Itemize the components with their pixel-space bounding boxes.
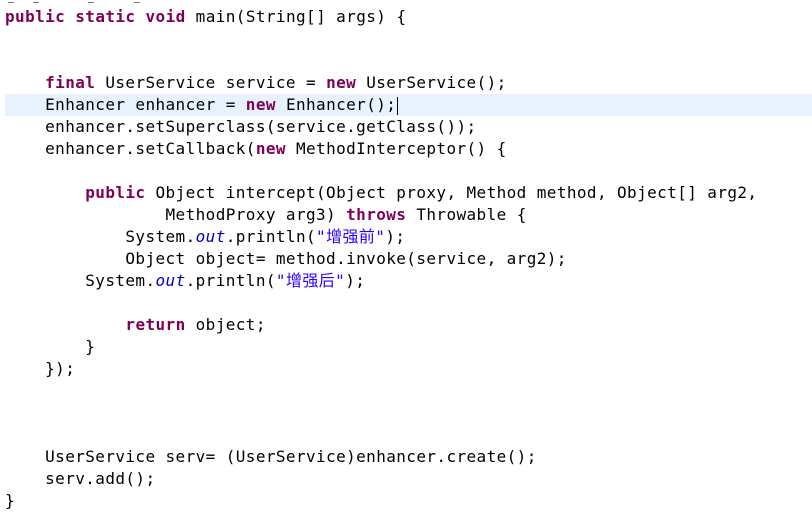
code-line-22[interactable]: serv.add(); [5,468,156,490]
code-token: System. [5,271,156,290]
clipped-previous-line [0,0,812,3]
string-literal: "增强后" [275,271,346,290]
keyword-token: new [326,73,357,92]
string-literal: "增强前" [316,227,386,246]
code-token: } [5,337,96,356]
code-token: main(String[] args) { [185,7,407,26]
code-editor[interactable]: public static void main(String[] args) {… [0,0,812,514]
code-line-11[interactable]: System.out.println("增强前"); [5,226,405,248]
code-line-7[interactable]: enhancer.setCallback(new MethodIntercept… [5,138,507,160]
code-token: Enhancer(); [275,95,397,114]
code-token: }); [5,359,76,378]
code-token: ); [385,227,406,246]
code-token: MethodInterceptor() { [285,139,507,158]
keyword-token: final [45,73,96,92]
code-token: UserService(); [356,73,507,92]
code-line-12[interactable]: Object object= method.invoke(service, ar… [5,248,567,270]
code-token: .println( [225,227,317,246]
keyword-token: throws [346,205,407,224]
code-token: System. [5,227,196,246]
code-line-6[interactable]: enhancer.setSuperclass(service.getClass(… [5,116,477,138]
code-line-4[interactable]: final UserService service = new UserServ… [5,72,507,94]
code-line-21[interactable]: UserService serv= (UserService)enhancer.… [5,446,537,468]
code-token: Throwable { [406,205,527,224]
keyword-token: public [5,7,66,26]
keyword-token: public [85,183,146,202]
code-line-9[interactable]: public Object intercept(Object proxy, Me… [5,182,757,204]
field-token: out [195,227,226,246]
code-token: serv.add(); [5,469,156,488]
code-line-1[interactable]: public static void main(String[] args) { [5,6,406,28]
text-cursor [397,96,399,115]
keyword-token: return [125,315,186,334]
code-line-10[interactable]: MethodProxy arg3) throws Throwable { [5,204,527,226]
code-token: UserService service = [95,73,327,92]
code-line-5[interactable]: Enhancer enhancer = new Enhancer(); [5,94,812,116]
code-line-23[interactable]: } [5,490,15,512]
field-token: out [155,271,186,290]
code-line-15[interactable]: return object; [5,314,266,336]
code-token: Object object= method.invoke(service, ar… [5,249,567,268]
code-token: } [5,491,16,510]
code-token: Enhancer enhancer = [5,95,246,114]
keyword-token: static [75,7,136,26]
code-token: .println( [185,271,276,290]
code-token: UserService serv= (UserService)enhancer.… [5,447,537,466]
code-line-13[interactable]: System.out.println("增强后"); [5,270,365,292]
keyword-token: new [255,139,286,158]
code-line-17[interactable]: }); [5,358,75,380]
keyword-token: new [245,95,276,114]
code-token: MethodProxy arg3) [5,205,347,224]
keyword-token: void [145,7,186,26]
code-token: ); [345,271,366,290]
code-line-16[interactable]: } [5,336,95,358]
code-token: enhancer.setCallback( [5,139,256,158]
code-token: Object intercept(Object proxy, Method me… [145,183,758,202]
code-token: enhancer.setSuperclass(service.getClass(… [5,117,477,136]
code-token: object; [185,315,266,334]
